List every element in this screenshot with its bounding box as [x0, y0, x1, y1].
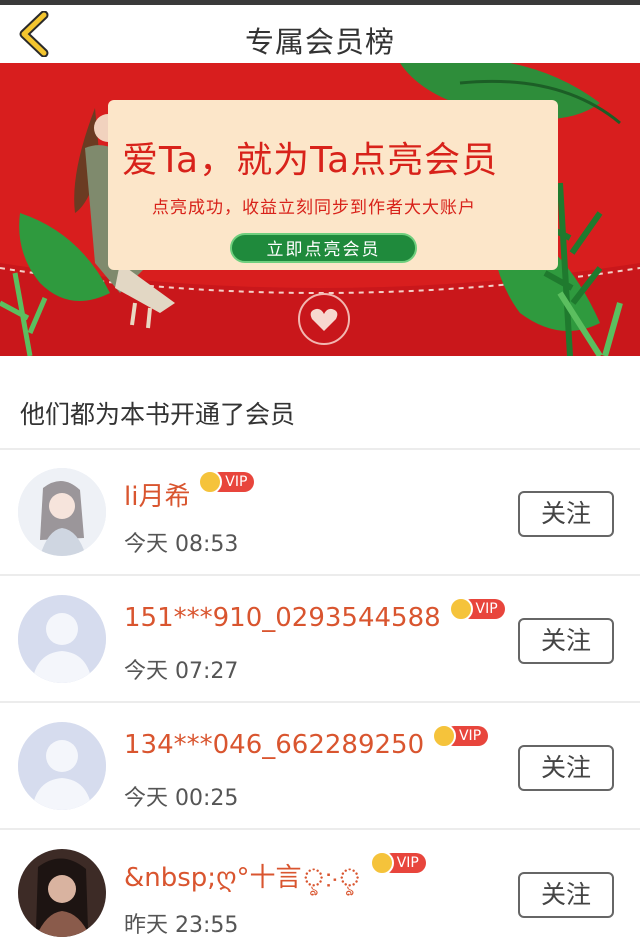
member-row: &nbsp;ღ°十言ৢ჻ৢ VIP 昨天 23:55 关注: [0, 831, 640, 950]
vip-badge: VIP: [448, 597, 505, 621]
avatar[interactable]: [18, 468, 106, 556]
member-name-line: li月希 VIP: [124, 470, 255, 513]
girl-avatar-icon: [18, 468, 106, 556]
heart-seal-icon: [298, 293, 350, 345]
member-time: 今天 07:27: [124, 659, 239, 684]
member-name[interactable]: &nbsp;ღ°十言ৢ჻ৢ: [124, 863, 362, 893]
vip-badge: VIP: [432, 724, 489, 748]
member-row: 134***046_662289250 VIP 今天 00:25 关注: [0, 704, 640, 830]
crown-icon: [369, 851, 394, 875]
member-time: 昨天 23:55: [124, 913, 239, 938]
banner-subtitle: 点亮成功，收益立刻同步到作者大大账户: [152, 198, 476, 218]
avatar[interactable]: [18, 595, 106, 683]
page-title: 专属会员榜: [244, 25, 395, 59]
member-time: 今天 08:53: [124, 532, 239, 557]
member-time: 今天 00:25: [124, 786, 239, 811]
avatar[interactable]: [18, 722, 106, 810]
member-name[interactable]: 134***046_662289250: [124, 730, 424, 760]
member-name-line: 134***046_662289250 VIP: [124, 724, 489, 760]
section-title: 他们都为本书开通了会员: [20, 400, 296, 429]
member-name[interactable]: 151***910_0293544588: [124, 603, 441, 633]
banner-headline: 爱Ta，就为Ta点亮会员: [122, 140, 499, 181]
crown-icon: [448, 597, 473, 621]
follow-button[interactable]: 关注: [518, 491, 614, 537]
member-name-line: 151***910_0293544588 VIP: [124, 597, 505, 633]
crown-icon: [432, 724, 457, 748]
member-banner[interactable]: 爱Ta，就为Ta点亮会员 点亮成功，收益立刻同步到作者大大账户 立即点亮会员: [0, 63, 640, 356]
default-user-icon: [18, 595, 106, 683]
avatar[interactable]: [18, 849, 106, 937]
member-name[interactable]: li月希: [124, 482, 190, 512]
portrait-avatar-icon: [18, 849, 106, 937]
member-row: li月希 VIP 今天 08:53 关注: [0, 450, 640, 576]
follow-button[interactable]: 关注: [518, 618, 614, 664]
member-name-line: &nbsp;ღ°十言ৢ჻ৢ VIP: [124, 851, 426, 901]
follow-button[interactable]: 关注: [518, 745, 614, 791]
vip-badge: VIP: [198, 470, 255, 494]
default-user-icon: [18, 722, 106, 810]
light-up-member-button[interactable]: 立即点亮会员: [230, 233, 417, 263]
member-row: 151***910_0293544588 VIP 今天 07:27 关注: [0, 577, 640, 703]
header-bar: 专属会员榜: [0, 5, 640, 63]
follow-button[interactable]: 关注: [518, 872, 614, 918]
vip-badge: VIP: [369, 851, 426, 875]
